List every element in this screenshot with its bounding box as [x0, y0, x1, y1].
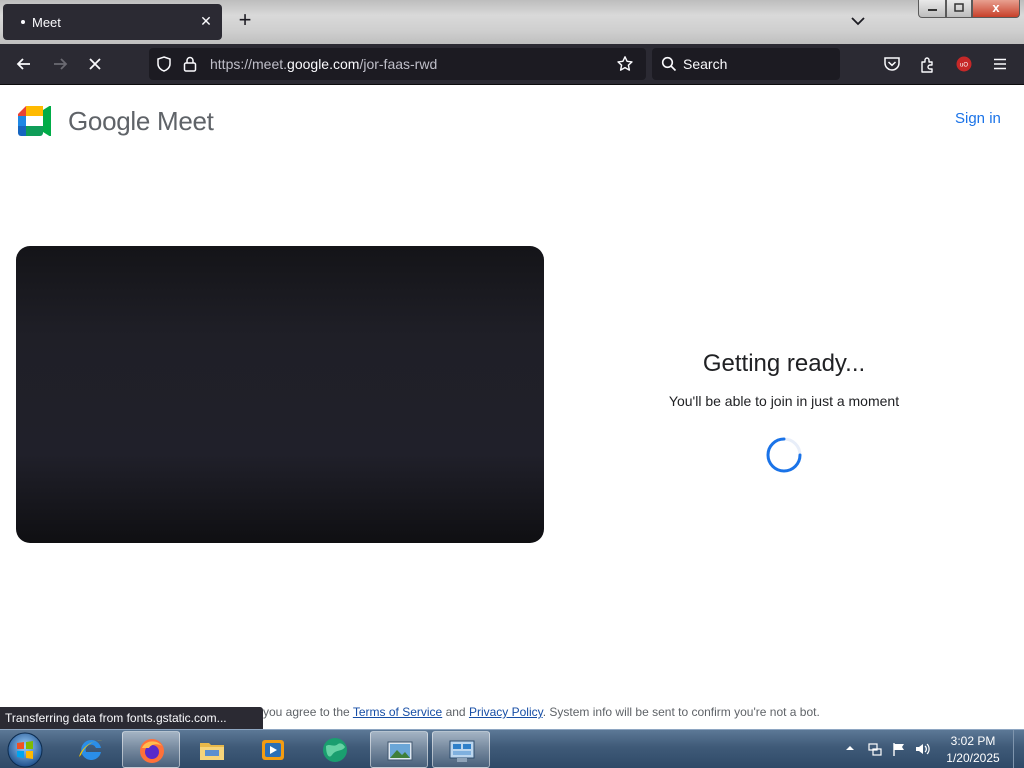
legal-prefix: you agree to the — [263, 705, 350, 719]
url-text[interactable]: https://meet.google.com/jor-faas-rwd — [210, 56, 437, 72]
search-bar[interactable]: Search — [652, 48, 840, 80]
google-meet-wordmark: Google Meet — [68, 106, 214, 136]
show-hidden-icons-icon[interactable] — [845, 743, 855, 753]
back-arrow-icon[interactable] — [14, 54, 34, 74]
page-title: Getting ready... — [702, 350, 866, 377]
svg-text:uO: uO — [960, 63, 968, 69]
show-desktop-button[interactable] — [1013, 730, 1024, 768]
folder-icon — [200, 743, 224, 760]
pocket-icon[interactable] — [882, 54, 902, 74]
taskbar-file-explorer[interactable] — [183, 731, 241, 768]
hamburger-menu-icon[interactable] — [990, 54, 1010, 74]
url-bar[interactable]: https://meet.google.com/jor-faas-rwd — [149, 48, 646, 80]
navigation-toolbar: https://meet.google.com/jor-faas-rwd Sea… — [0, 44, 1024, 85]
taskbar-internet-explorer[interactable] — [62, 731, 120, 768]
windows-start-icon[interactable] — [6, 731, 44, 768]
shield-icon[interactable] — [155, 55, 173, 73]
restore-icon — [954, 3, 964, 12]
stop-loading-icon[interactable] — [85, 54, 105, 74]
sign-in-link[interactable]: Sign in — [955, 110, 1001, 127]
window-minimize-button[interactable] — [918, 0, 946, 18]
window-close-button[interactable]: x — [972, 0, 1020, 18]
control-panel-icon — [449, 740, 475, 762]
legal-notice: you agree to the Terms of Service and Pr… — [263, 705, 820, 719]
internet-explorer-icon — [79, 739, 102, 760]
terms-of-service-link[interactable]: Terms of Service — [353, 705, 442, 719]
camera-preview — [16, 246, 544, 543]
page-subtitle: You'll be able to join in just a moment — [668, 393, 900, 409]
taskbar-control-panel[interactable] — [432, 731, 490, 768]
status-bar: Transferring data from fonts.gstatic.com… — [0, 707, 263, 729]
tab-close-icon[interactable]: ✕ — [198, 13, 214, 29]
media-player-icon — [262, 740, 284, 760]
browser-tab-meet[interactable]: Meet ✕ — [3, 4, 222, 40]
google-meet-logo-icon — [18, 106, 51, 136]
taskbar-picture-viewer[interactable] — [370, 731, 428, 768]
globe-icon — [323, 738, 347, 762]
lock-icon[interactable] — [182, 55, 198, 73]
tab-title: Meet — [32, 14, 61, 30]
clock-date[interactable]: 1/20/2025 — [935, 751, 1011, 765]
clock-time[interactable]: 3:02 PM — [935, 734, 1011, 748]
windows-taskbar: 3:02 PM 1/20/2025 — [0, 729, 1024, 768]
search-input[interactable]: Search — [683, 56, 727, 72]
taskbar-firefox[interactable] — [122, 731, 180, 768]
url-domain: google.com — [287, 56, 360, 72]
network-icon[interactable] — [867, 741, 883, 757]
window-restore-button[interactable] — [946, 0, 972, 18]
loading-spinner-icon — [766, 437, 802, 473]
chevron-down-icon[interactable] — [848, 11, 868, 31]
search-icon — [661, 56, 677, 72]
minimize-icon — [928, 9, 937, 11]
forward-arrow-icon[interactable] — [50, 54, 70, 74]
taskbar-media-player[interactable] — [244, 731, 302, 768]
tab-loading-dot — [21, 20, 25, 24]
new-tab-button[interactable]: + — [234, 9, 256, 32]
picture-viewer-icon — [387, 741, 413, 761]
firefox-icon — [140, 739, 164, 763]
tab-strip: Meet ✕ + x — [0, 0, 1024, 44]
url-prefix: https://meet. — [210, 56, 288, 72]
extensions-puzzle-icon[interactable] — [918, 54, 938, 74]
ublock-origin-icon[interactable]: uO — [954, 54, 974, 74]
url-path: /jor-faas-rwd — [359, 56, 438, 72]
action-center-flag-icon[interactable] — [891, 741, 907, 757]
legal-suffix: . System info will be sent to confirm yo… — [542, 705, 820, 719]
legal-and: and — [445, 705, 466, 719]
bookmark-star-icon[interactable] — [616, 55, 634, 73]
taskbar-browser-globe[interactable] — [306, 731, 364, 768]
privacy-policy-link[interactable]: Privacy Policy — [469, 705, 543, 719]
volume-speaker-icon[interactable] — [914, 741, 930, 757]
